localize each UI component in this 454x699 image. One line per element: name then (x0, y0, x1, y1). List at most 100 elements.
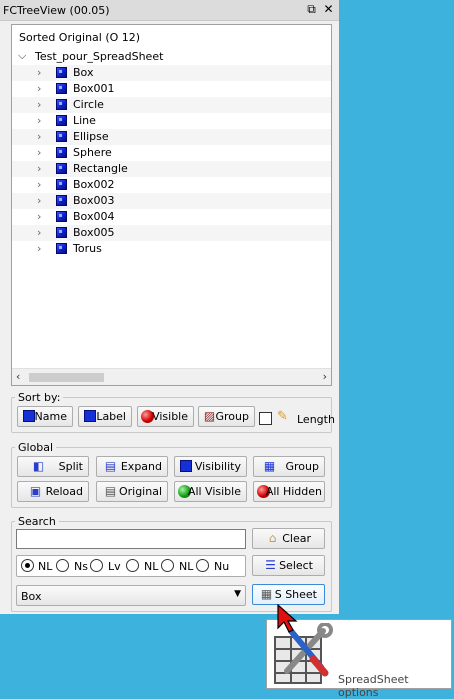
chevron-right-icon[interactable]: › (37, 162, 41, 175)
chevron-right-icon[interactable]: › (37, 194, 41, 207)
cube-icon (56, 131, 67, 142)
radio-label: Lv (108, 560, 121, 573)
close-icon[interactable]: ✕ (321, 2, 336, 17)
window-title: FCTreeView (00.05) (3, 4, 110, 17)
reload-icon: ▣ (29, 484, 42, 498)
chevron-right-icon[interactable]: › (37, 242, 41, 255)
chevron-right-icon[interactable]: › (37, 66, 41, 79)
search-input[interactable] (16, 529, 246, 549)
radio-nl-3[interactable] (161, 559, 174, 572)
sort-length-label: Length (297, 413, 335, 426)
chevron-right-icon[interactable]: › (37, 226, 41, 239)
visibility-label: Visibility (194, 460, 241, 473)
visibility-button[interactable]: Visibility (174, 456, 247, 477)
radio-nu[interactable] (196, 559, 209, 572)
sort-name-label: Name (34, 410, 67, 423)
tree-row[interactable]: › Box002 (12, 177, 331, 193)
scrollbar-thumb[interactable] (29, 373, 104, 382)
tree-row[interactable]: › Box003 (12, 193, 331, 209)
object-tree[interactable]: Sorted Original (O 12) ⌵ Test_pour_Sprea… (11, 24, 332, 386)
tree-row-label: Sphere (73, 146, 112, 159)
horizontal-scrollbar[interactable]: ‹ › (12, 368, 331, 385)
tree-row-label: Box005 (73, 226, 115, 239)
tree-row-label: Line (73, 114, 96, 127)
all-hidden-label: All Hidden (265, 485, 322, 498)
radio-lv[interactable] (90, 559, 103, 572)
sort-group-label: Group (215, 410, 250, 423)
dropdown-arrow-icon: ▼ (234, 589, 241, 599)
split-label: Split (58, 460, 83, 473)
tree-row[interactable]: › Box001 (12, 81, 331, 97)
tree-row[interactable]: › Ellipse (12, 129, 331, 145)
sort-group-button[interactable]: ▨ Group (198, 406, 255, 427)
original-label: Original (118, 485, 162, 498)
tree-row[interactable]: › Torus (12, 241, 331, 257)
group-label: Group (285, 460, 320, 473)
cube-icon (56, 99, 67, 110)
visibility-cube-icon (180, 460, 192, 472)
chevron-right-icon[interactable]: › (37, 82, 41, 95)
original-button[interactable]: ▤ Original (96, 481, 168, 502)
radio-nl-1[interactable] (21, 559, 34, 572)
tree-row-label: Box004 (73, 210, 115, 223)
tree-row-label: Box (73, 66, 94, 79)
length-checkbox[interactable] (259, 412, 272, 425)
original-icon: ▤ (104, 484, 117, 498)
cube-icon (23, 410, 35, 422)
radio-ns[interactable] (56, 559, 69, 572)
spreadsheet-button[interactable]: ▦ S Sheet (252, 584, 325, 605)
tree-row[interactable]: › Line (12, 113, 331, 129)
radio-label: Ns (74, 560, 88, 573)
split-button[interactable]: ◧ Split (17, 456, 89, 477)
tree-row-label: Box003 (73, 194, 115, 207)
tree-row[interactable]: › Rectangle (12, 161, 331, 177)
tree-row-label: Rectangle (73, 162, 128, 175)
chevron-down-icon[interactable]: ⌵ (18, 49, 26, 63)
chevron-right-icon[interactable]: › (37, 114, 41, 127)
tree-root[interactable]: ⌵ Test_pour_SpreadSheet (18, 49, 328, 65)
chevron-right-icon[interactable]: › (37, 146, 41, 159)
all-hidden-button[interactable]: All Hidden (253, 481, 325, 502)
reload-button[interactable]: ▣ Reload (17, 481, 89, 502)
chevron-right-icon[interactable]: › (37, 130, 41, 143)
radio-label: NL (38, 560, 53, 573)
cube-icon (56, 243, 67, 254)
scroll-left-icon[interactable]: ‹ (16, 370, 20, 383)
tree-row-label: Circle (73, 98, 104, 111)
sort-visible-button[interactable]: Visible (137, 406, 194, 427)
tree-row[interactable]: › Box004 (12, 209, 331, 225)
spreadsheet-label: S Sheet (274, 588, 317, 601)
group-button[interactable]: ▦ Group (253, 456, 325, 477)
tree-row[interactable]: › Box (12, 65, 331, 81)
cube-icon (56, 115, 67, 126)
expand-label: Expand (120, 460, 162, 473)
cube-icon (56, 179, 67, 190)
expand-button[interactable]: ▤ Expand (96, 456, 168, 477)
object-type-dropdown[interactable]: Box ▼ (16, 585, 246, 606)
search-legend: Search (18, 515, 56, 528)
sort-legend: Sort by: (18, 391, 61, 404)
clear-label: Clear (282, 532, 311, 545)
scroll-right-icon[interactable]: › (323, 370, 327, 383)
radio-label: NL (144, 560, 159, 573)
select-button[interactable]: ☰ Select (252, 555, 325, 576)
chevron-right-icon[interactable]: › (37, 178, 41, 191)
sort-label-button[interactable]: Label (78, 406, 132, 427)
tooltip-text: SpreadSheet options (338, 673, 409, 699)
all-visible-label: All Visible (187, 485, 241, 498)
radio-label: Nu (214, 560, 230, 573)
all-visible-button[interactable]: All Visible (174, 481, 247, 502)
clear-button[interactable]: ⌂ Clear (252, 528, 325, 549)
tree-header: Sorted Original (O 12) (19, 31, 141, 44)
radio-nl-2[interactable] (126, 559, 139, 572)
float-window-icon[interactable]: ⧉ (304, 2, 319, 17)
chevron-right-icon[interactable]: › (37, 98, 41, 111)
expand-icon: ▤ (104, 459, 117, 473)
sort-name-button[interactable]: Name (17, 406, 73, 427)
tree-row[interactable]: › Sphere (12, 145, 331, 161)
cube-icon (56, 83, 67, 94)
chevron-right-icon[interactable]: › (37, 210, 41, 223)
tree-row[interactable]: › Box005 (12, 225, 331, 241)
title-bar: FCTreeView (00.05) ⧉ ✕ (0, 0, 339, 21)
tree-row[interactable]: › Circle (12, 97, 331, 113)
